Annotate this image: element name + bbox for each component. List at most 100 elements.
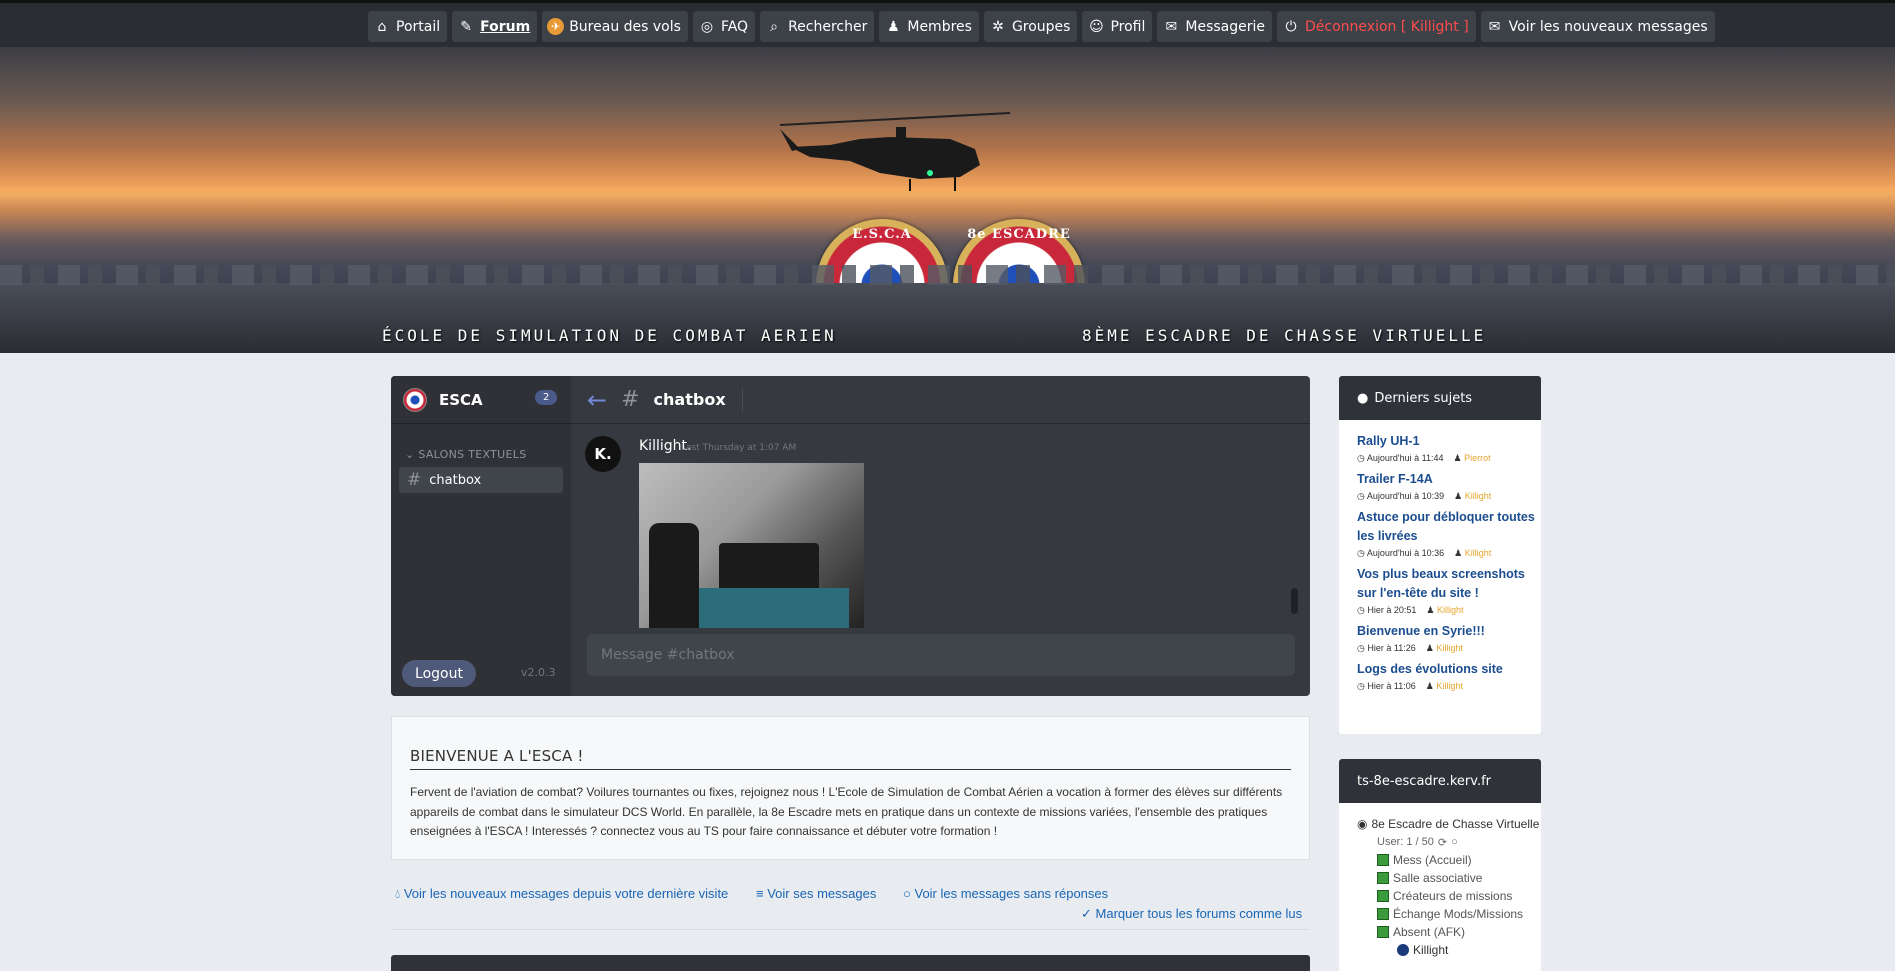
attachment-desk-shape [699,588,849,628]
nav-item-label: Membres [907,18,972,35]
nav-item-label: Voir les nouveaux messages [1508,18,1708,35]
nav-item-5[interactable]: ♟ Membres [879,11,979,42]
topic-time: Aujourd'hui à 11:44 [1366,453,1444,463]
channels-section-label[interactable]: ⌄ SALONS TEXTUELS [405,448,527,461]
latest-topics-header: ● Derniers sujets [1339,376,1541,420]
chat-version: v2.0.3 [521,666,556,679]
unanswered-link-text: Voir les messages sans réponses [914,886,1109,901]
topic-author[interactable]: ♟ Killight [1454,491,1491,501]
chevron-down-icon: ⌄ [405,448,415,461]
nav-item-3[interactable]: ◎ FAQ [692,11,756,42]
mark-read-link-text: Marquer tous les forums comme lus [1095,906,1303,921]
list-item: Trailer F-14A ◷ Aujourd'hui à 10:39 ♟ Kill… [1357,470,1541,502]
topic-link[interactable]: Bienvenue en Syrie!!! [1357,622,1541,641]
nav-item-label: Forum [480,18,531,35]
ts-channel-name: Absent (AFK) [1393,925,1466,939]
unanswered-messages-link[interactable]: ○ Voir les messages sans réponses [903,886,1108,901]
nav-item-2[interactable]: ✈ Bureau des vols [542,11,688,42]
topic-author[interactable]: ♟ Pierrot [1454,453,1491,463]
new-since-last-visit-link[interactable]: 💧︎ Voir les nouveaux messages depuis vot… [395,886,728,902]
clock-icon: ◷ [1357,491,1365,501]
nav-item-label: Profil [1110,18,1146,35]
own-messages-link-text: Voir ses messages [767,886,877,901]
topic-author-name: Killight [1464,548,1492,558]
hash-icon: # [621,387,640,412]
topic-author-name: Killight [1436,681,1463,691]
user-icon: ♟ [1426,605,1435,615]
mark-read-link[interactable]: ✓ Marquer tous les forums comme lus [1081,906,1302,922]
nav-item-7[interactable]: ☺ Profil [1082,11,1153,42]
channels-section-text: SALONS TEXTUELS [418,448,527,461]
chat-message-input[interactable] [587,634,1295,676]
welcome-panel: BIENVENUE A L'ESCA ! Fervent de l'aviati… [391,716,1310,860]
ts-users-count: User: 1 / 50 [1377,836,1434,848]
welcome-text: Fervent de l'aviation de combat? Voilure… [410,785,1283,838]
nav-item-4[interactable]: ⌕ Rechercher [760,11,875,42]
chat-channel-title: chatbox [653,390,726,409]
list-icon: ≡ [756,886,764,901]
nav-item-label: Rechercher [788,18,868,35]
topic-meta: ◷ Aujourd'hui à 10:36 ♟ Killight [1357,548,1541,559]
own-messages-link[interactable]: ≡ Voir ses messages [756,886,876,901]
helicopter-image [779,112,1011,191]
ts-channel-row[interactable]: Mess (Accueil) [1357,851,1541,869]
server-icon: ◉ [1357,817,1368,831]
nav-item-8[interactable]: ✉ Messagerie [1157,11,1273,42]
latest-topics-widget: ● Derniers sujets Rally UH-1 ◷ Aujourd'hu… [1339,376,1541,734]
topic-author[interactable]: ♟ Killight [1426,605,1463,615]
avatar[interactable]: K. [585,436,621,472]
nav-item-0[interactable]: ⌂ Portail [368,11,448,42]
topic-time: Aujourd'hui à 10:39 [1366,491,1445,501]
ts-channel-row[interactable]: Absent (AFK) [1357,923,1541,941]
back-arrow-icon[interactable]: ← [587,386,607,414]
groups-icon: ✲ [992,18,1004,35]
topic-meta: ◷ Hier à 20:51 ♟ Killight [1357,605,1541,616]
nav-item-6[interactable]: ✲ Groupes [983,11,1078,42]
topic-link[interactable]: Astuce pour débloquer toutes les livrées [1357,508,1541,546]
online-count-badge: 2 [535,390,558,405]
topic-link[interactable]: Logs des évolutions site [1357,660,1541,679]
channel-item-chatbox[interactable]: # chatbox [399,467,563,493]
new-since-link-text: Voir les nouveaux messages depuis votre … [403,886,729,901]
nav-item-1[interactable]: ✎ Forum [452,11,538,42]
nav-item-10[interactable]: ✉ Voir les nouveaux messages [1480,11,1715,42]
user-icon: ♟ [1454,491,1463,501]
teamspeak-tree: ◉ 8e Escadre de Chasse Virtuelle User: 1 … [1339,803,1541,959]
topic-author[interactable]: ♟ Killight [1426,643,1463,653]
chatbox-widget: ESCA 2 ⌄ SALONS TEXTUELS # chatbox Logou… [391,376,1310,696]
banner-city [0,265,1895,353]
nav-item-9[interactable]: ⏻ Déconnexion [ Killight ] [1277,11,1476,42]
teamspeak-title: ts-8e-escadre.kerv.fr [1357,773,1491,789]
ts-server-row[interactable]: ◉ 8e Escadre de Chasse Virtuelle [1357,815,1541,833]
chat-bubble-icon: ● [1357,390,1369,406]
topic-time: Aujourd'hui à 10:36 [1366,548,1445,558]
refresh-icon[interactable]: ⟳ [1438,836,1447,849]
ts-channel-row[interactable]: Créateurs de missions [1357,887,1541,905]
topic-link[interactable]: Vos plus beaux screenshots sur l'en-tête… [1357,565,1541,603]
chat-scrollbar[interactable] [1291,588,1298,614]
banner-left-text: ÉCOLE DE SIMULATION DE COMBAT AERIEN [382,326,837,345]
topic-author[interactable]: ♟ Killight [1454,548,1491,558]
chat-topbar: ← # chatbox [571,376,1310,424]
chat-logout-button[interactable]: Logout [402,660,476,687]
check-circle-icon: ✓ [1081,906,1092,921]
home-icon: ⌂ [377,18,387,35]
topic-author[interactable]: ♟ Killight [1426,681,1463,691]
top-navigation: ⌂ Portail ✎ Forum ✈ Bureau des vols ◎ FAQ ⌕ Reche… [0,0,1895,47]
esca-seal-text: E.S.C.A [852,227,912,242]
topic-link[interactable]: Trailer F-14A [1357,470,1541,489]
channel-icon [1377,908,1389,920]
message-image-attachment[interactable] [639,463,864,628]
topic-time: Hier à 20:51 [1367,605,1417,615]
topic-author-name: Killight [1437,605,1464,615]
ts-channel-row[interactable]: Salle associative [1357,869,1541,887]
user-status-icon [1397,944,1409,956]
channel-icon [1377,854,1389,866]
ts-user-row[interactable]: Killight [1357,941,1541,959]
cocarde-icon [403,387,427,412]
ts-channel-row[interactable]: Échange Mods/Missions [1357,905,1541,923]
topic-link[interactable]: Rally UH-1 [1357,432,1541,451]
topbar-divider [741,387,743,412]
topic-author-name: Killight [1464,491,1492,501]
user-icon: ♟ [1453,453,1462,463]
